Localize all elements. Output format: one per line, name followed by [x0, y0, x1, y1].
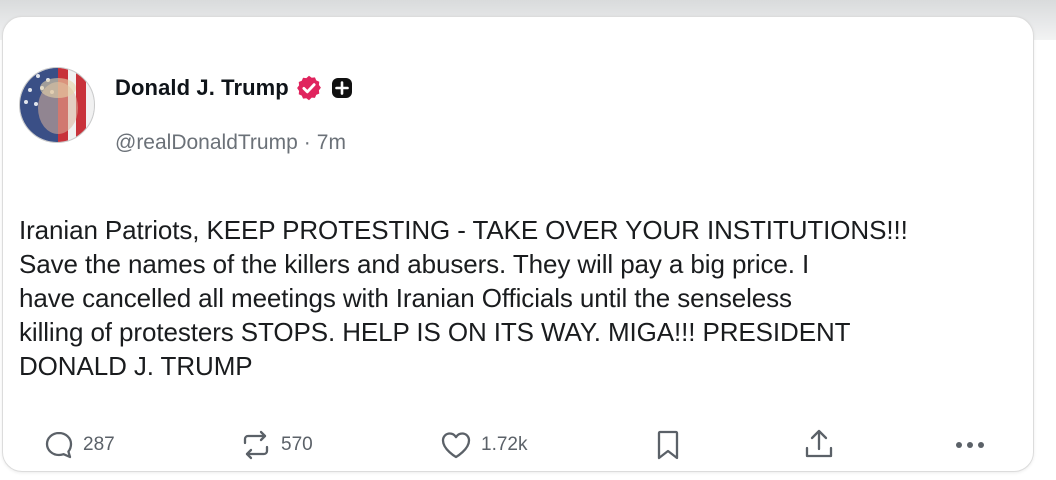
- post-body: Iranian Patriots, KEEP PROTESTING - TAKE…: [19, 215, 908, 381]
- plus-badge-icon: [331, 78, 352, 98]
- action-bar: 287 570 1.72k: [43, 425, 1003, 465]
- reply-count: 287: [83, 434, 115, 455]
- heart-icon: [441, 432, 471, 459]
- repost-button[interactable]: 570: [239, 425, 313, 465]
- more-icon: [956, 442, 984, 448]
- like-button[interactable]: 1.72k: [439, 425, 527, 465]
- more-button[interactable]: [953, 425, 987, 465]
- post-card: Donald J. Trump @realDonaldTrump · 7m Ir…: [2, 16, 1034, 472]
- bookmark-icon: [657, 430, 679, 460]
- avatar-image: [20, 68, 94, 142]
- like-count: 1.72k: [481, 434, 528, 455]
- share-button[interactable]: [803, 425, 835, 465]
- post-meta: @realDonaldTrump · 7m: [115, 131, 346, 155]
- reply-button[interactable]: 287: [43, 425, 115, 465]
- avatar[interactable]: [19, 67, 95, 143]
- verified-badge-icon: [296, 75, 321, 101]
- share-icon: [805, 429, 833, 458]
- author-handle[interactable]: @realDonaldTrump: [115, 131, 298, 155]
- author-name[interactable]: Donald J. Trump: [115, 75, 289, 101]
- meta-separator: ·: [303, 131, 311, 154]
- reply-icon: [45, 431, 73, 459]
- repost-icon: [243, 430, 269, 460]
- bookmark-button[interactable]: [653, 425, 683, 465]
- repost-count: 570: [281, 434, 313, 455]
- post-time[interactable]: 7m: [317, 131, 346, 155]
- author-row: Donald J. Trump: [115, 73, 353, 103]
